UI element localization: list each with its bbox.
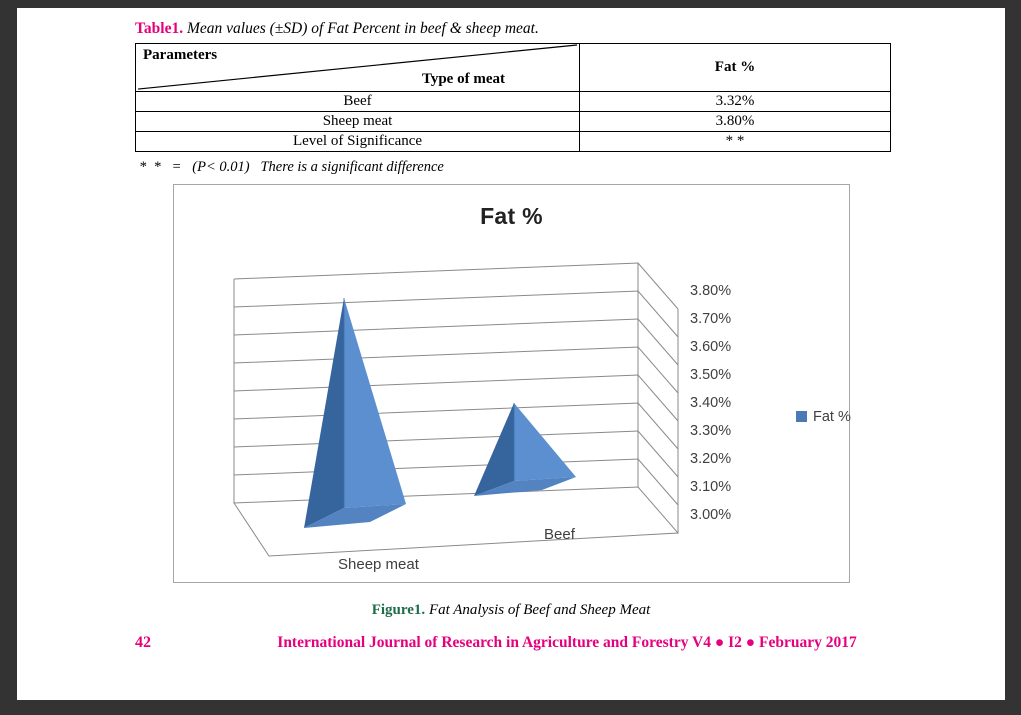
table-footnote: * * = (P< 0.01) There is a significant d… (139, 159, 444, 175)
document-viewer-frame: Table1. Mean values (±SD) of Fat Percent… (0, 0, 1021, 715)
y-tick-label: 3.00% (690, 507, 731, 523)
fat-percent-chart: Fat % 3.80% 3.70% 3.60% 3.50% 3.40% 3.30… (173, 184, 851, 583)
table-row: Level of Significance * * (135, 131, 891, 152)
table-caption-text: Mean values (±SD) of Fat Percent in beef… (186, 20, 539, 37)
y-tick-label: 3.40% (690, 395, 731, 411)
figure-caption-text: Fat Analysis of Beef and Sheep Meat (428, 602, 651, 618)
page-number: 42 (135, 634, 151, 651)
y-tick-label: 3.10% (690, 479, 731, 495)
y-tick-label: 3.30% (690, 423, 731, 439)
category-label-beef: Beef (544, 526, 576, 543)
table-cell-fat: 3.32% (579, 91, 891, 112)
chart-y-axis-labels: 3.80% 3.70% 3.60% 3.50% 3.40% 3.30% 3.20… (690, 283, 731, 523)
table-row: Sheep meat 3.80% (135, 111, 891, 132)
y-tick-label: 3.70% (690, 311, 731, 327)
chart-gridlines (233, 262, 679, 506)
footer-journal-line: International Journal of Research in Agr… (277, 634, 857, 651)
table-caption: Table1. Mean values (±SD) of Fat Percent… (135, 20, 539, 38)
y-tick-label: 3.50% (690, 367, 731, 383)
table-header-type-of-meat: Type of meat (421, 71, 505, 87)
category-label-sheep-meat: Sheep meat (338, 556, 420, 573)
table-header-row: Parameters Type of meat Fat % (135, 43, 891, 92)
figure-caption: Figure1. Fat Analysis of Beef and Sheep … (17, 602, 1005, 619)
legend-label: Fat % (813, 409, 851, 425)
y-tick-label: 3.80% (690, 283, 731, 299)
chart-floor-plane (233, 486, 680, 557)
legend-swatch-icon (796, 411, 807, 422)
table-row: Beef 3.32% (135, 91, 891, 112)
table-cell-parameter: Beef (135, 91, 580, 112)
chart-bar-beef (474, 403, 576, 496)
table-cell-fat: 3.80% (579, 111, 891, 132)
table-header-fat-percent: Fat % (579, 43, 891, 92)
y-tick-label: 3.60% (690, 339, 731, 355)
table-cell-parameter: Sheep meat (135, 111, 580, 132)
table-header-split-cell: Parameters Type of meat (135, 43, 580, 92)
chart-legend: Fat % (796, 409, 851, 425)
figure-caption-label: Figure1. (371, 602, 426, 618)
fat-percent-table: Parameters Type of meat Fat % Beef 3.32%… (135, 43, 891, 152)
y-tick-label: 3.20% (690, 451, 731, 467)
table-cell-parameter: Level of Significance (135, 131, 580, 152)
table-header-parameters: Parameters (143, 47, 218, 63)
table-cell-fat: * * (579, 131, 891, 152)
chart-canvas: 3.80% 3.70% 3.60% 3.50% 3.40% 3.30% 3.20… (233, 262, 851, 573)
table-caption-label: Table1. (135, 20, 184, 37)
document-page: Table1. Mean values (±SD) of Fat Percent… (17, 8, 1005, 700)
